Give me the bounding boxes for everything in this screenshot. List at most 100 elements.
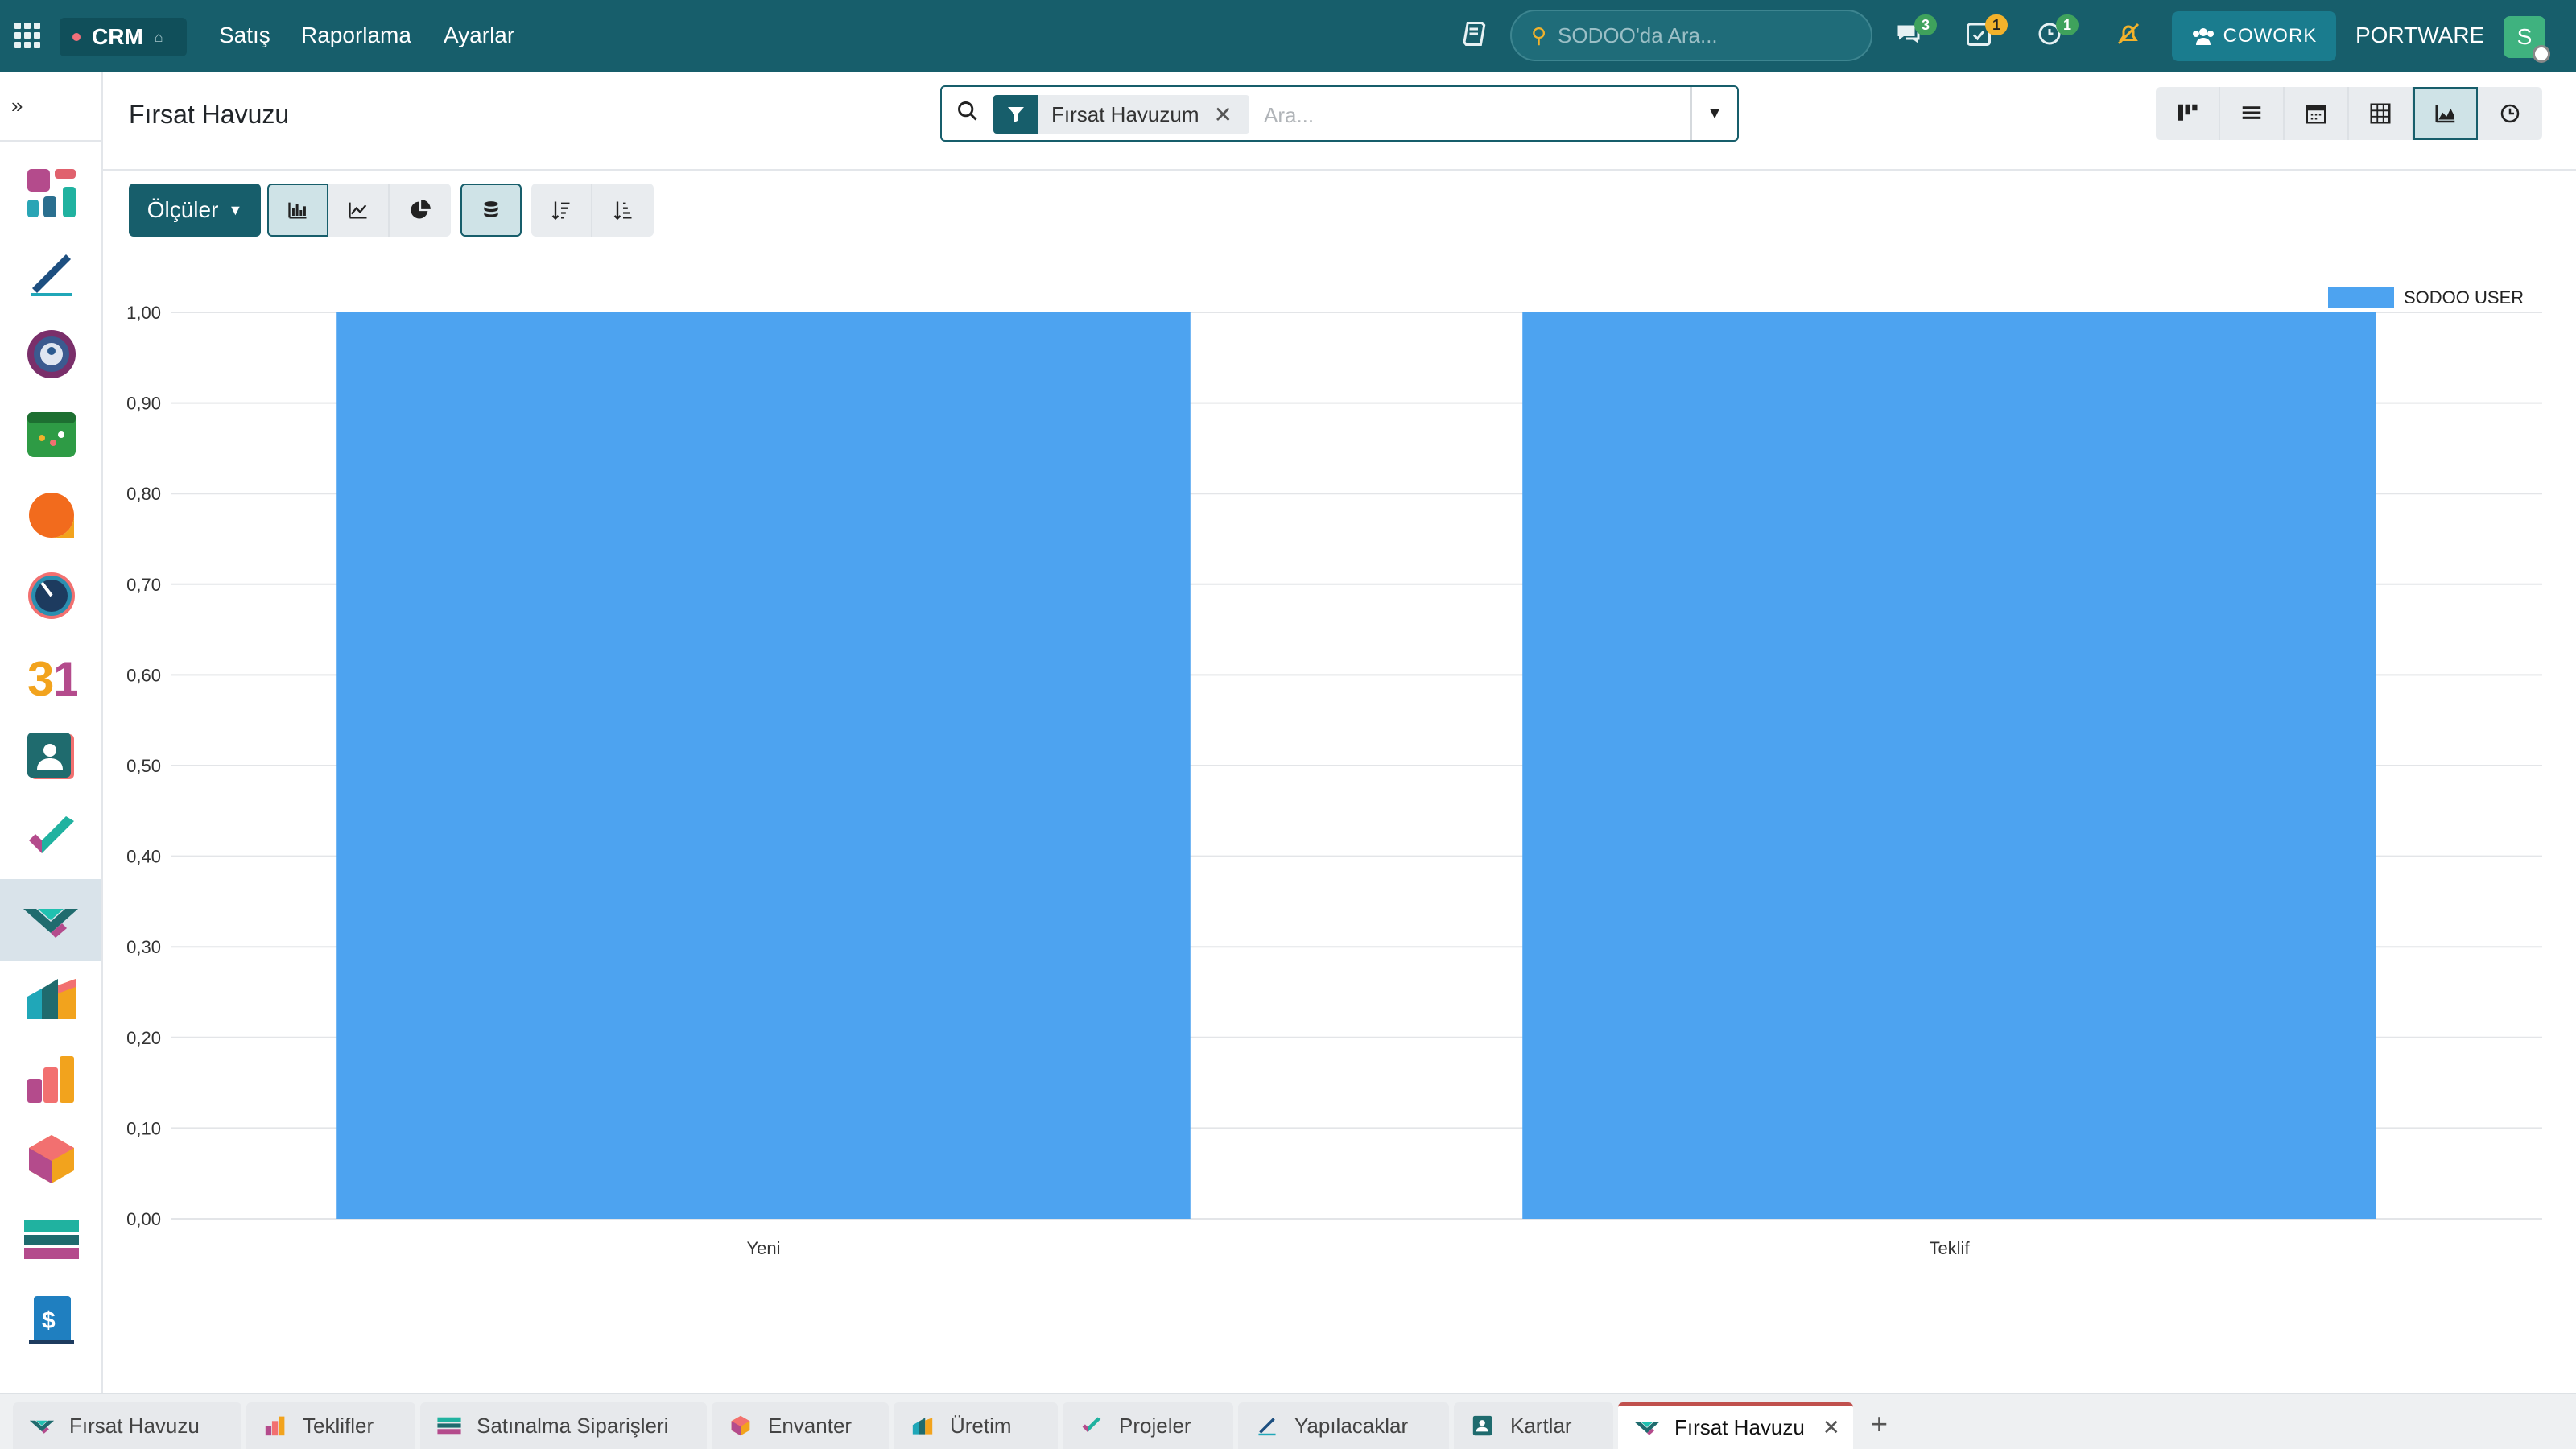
tab-label: Fırsat Havuzu [69, 1413, 200, 1438]
app-brand-button[interactable]: CRM ⌂ [60, 18, 187, 56]
discuss-app-icon[interactable] [19, 483, 84, 547]
sales-app-icon[interactable] [19, 1046, 84, 1111]
y-tick-label: 0,60 [126, 665, 161, 685]
bottom-tab[interactable]: Projeler [1063, 1402, 1233, 1449]
search-facet: Fırsat Havuzum ✕ [993, 95, 1249, 134]
stacked-toggle-button[interactable] [460, 184, 522, 237]
timer-badge: 1 [2056, 14, 2079, 35]
y-tick-label: 0,90 [126, 394, 161, 414]
app-name: CRM [92, 24, 143, 49]
bottom-tab-bar: + Fırsat Havuzu Teklifler Satınalma Sipari… [0, 1393, 2576, 1449]
y-tick-label: 0,70 [126, 575, 161, 595]
list-view-button[interactable] [2220, 87, 2285, 140]
speed-app-icon[interactable] [19, 564, 84, 628]
search-bar[interactable]: Fırsat Havuzum ✕ Ara... ▼ [940, 85, 1739, 142]
menu-satis[interactable]: Satış [219, 23, 270, 48]
global-search-input[interactable]: ⚲ SODOO'da Ara... [1510, 10, 1872, 61]
team-app-icon[interactable] [19, 322, 84, 386]
view-switcher [2156, 87, 2542, 140]
y-tick-label: 0,40 [126, 847, 161, 867]
menu-raporlama[interactable]: Raporlama [301, 23, 411, 48]
bar-chart-button[interactable] [267, 184, 328, 237]
calendar-31-icon[interactable]: 31 [19, 644, 84, 708]
dashboard-app-icon[interactable] [19, 161, 84, 225]
notes-app-icon[interactable] [19, 242, 84, 306]
sort-ascending-button[interactable] [592, 184, 654, 237]
sort-descending-button[interactable] [531, 184, 592, 237]
kanban-view-button[interactable] [2156, 87, 2220, 140]
pen-icon [1254, 1414, 1280, 1437]
y-tick-label: 0,00 [126, 1209, 161, 1229]
calendar-app-icon[interactable] [19, 402, 84, 467]
apps-menu-icon[interactable] [14, 23, 40, 48]
manufacturing-app-icon[interactable] [19, 966, 84, 1030]
bar-yeni [336, 312, 1191, 1219]
bottom-tab-active[interactable]: Fırsat Havuzu ✕ [1618, 1402, 1853, 1449]
bottom-tab[interactable]: Üretim [894, 1402, 1058, 1449]
graph-view: Ölçüler ▼ 0,00 0,10 0,20 0,30 0,40 0,50 0,60 0,… [103, 171, 2576, 1393]
add-tab-button[interactable]: + [1871, 1407, 1888, 1441]
y-tick-label: 0,30 [126, 937, 161, 957]
legend-label: SODOO USER [2404, 287, 2524, 308]
purchase-app-icon[interactable] [19, 1208, 84, 1272]
handshake-icon [29, 1414, 55, 1437]
bottom-tab[interactable]: Kartlar [1454, 1402, 1613, 1449]
home-icon[interactable]: ⌂ [155, 29, 163, 46]
bar-teklif [1522, 312, 2376, 1219]
activities-badge: 1 [1985, 14, 2008, 35]
svg-text:1: 1 [53, 652, 77, 702]
crm-app-icon[interactable] [0, 879, 101, 961]
bottom-tab[interactable]: Fırsat Havuzu [13, 1402, 242, 1449]
menu-ayarlar[interactable]: Ayarlar [444, 23, 514, 48]
activities-icon[interactable]: 1 [1964, 14, 2008, 56]
factory-icon [910, 1414, 935, 1437]
x-tick-label: Yeni [746, 1238, 780, 1258]
y-tick-label: 1,00 [126, 303, 161, 323]
messages-icon[interactable]: 3 [1893, 14, 1937, 56]
search-icon [956, 100, 979, 129]
avatar-letter: S [2516, 24, 2533, 49]
knowledge-book-icon[interactable] [1459, 19, 1488, 56]
y-tick-label: 0,20 [126, 1028, 161, 1048]
activity-view-button[interactable] [2478, 87, 2542, 140]
facet-remove-icon[interactable]: ✕ [1214, 101, 1232, 128]
bottom-tab[interactable]: Satınalma Siparişleri [420, 1402, 707, 1449]
svg-text:$: $ [42, 1307, 56, 1334]
bottom-tab[interactable]: Teklifler [246, 1402, 415, 1449]
measures-dropdown[interactable]: Ölçüler ▼ [129, 184, 261, 237]
calendar-view-button[interactable] [2285, 87, 2349, 140]
close-tab-icon[interactable]: ✕ [1823, 1415, 1840, 1440]
check-icon [1079, 1414, 1104, 1437]
timer-icon[interactable]: 1 [2035, 14, 2079, 56]
line-chart-button[interactable] [328, 184, 390, 237]
notifications-off-icon[interactable] [2114, 19, 2143, 56]
contacts-app-icon[interactable] [19, 724, 84, 789]
y-tick-label: 0,10 [126, 1118, 161, 1138]
cowork-button[interactable]: COWORK [2172, 11, 2336, 61]
bar-chart: 0,00 0,10 0,20 0,30 0,40 0,50 0,60 0,70 0,80 0,90… [126, 287, 2542, 1258]
search-icon: ⚲ [1531, 23, 1547, 47]
bottom-tab[interactable]: Yapılacaklar [1238, 1402, 1449, 1449]
user-avatar[interactable]: S [2504, 16, 2550, 63]
inventory-app-icon[interactable] [19, 1127, 84, 1191]
bottom-tab[interactable]: Envanter [712, 1402, 889, 1449]
box-icon [728, 1414, 753, 1437]
pivot-view-button[interactable] [2349, 87, 2413, 140]
invoicing-app-icon[interactable]: $ [19, 1288, 84, 1352]
search-options-toggle[interactable]: ▼ [1690, 87, 1737, 140]
users-icon [2192, 28, 2214, 45]
pie-chart-button[interactable] [390, 184, 451, 237]
bars-icon [262, 1414, 288, 1437]
apps-sidebar: » 31 $ [0, 72, 103, 1393]
contact-icon [1470, 1414, 1496, 1437]
graph-view-button[interactable] [2413, 87, 2478, 140]
svg-text:3: 3 [27, 652, 54, 702]
company-switcher[interactable]: PORTWARE [2355, 23, 2484, 48]
search-input-placeholder[interactable]: Ara... [1264, 103, 1314, 128]
x-tick-label: Teklif [1929, 1238, 1970, 1258]
tab-label: Üretim [950, 1413, 1012, 1438]
y-tick-label: 0,50 [126, 756, 161, 776]
handshake-icon [1634, 1416, 1660, 1439]
project-app-icon[interactable] [19, 805, 84, 869]
sidebar-expand-icon[interactable]: » [11, 93, 23, 118]
